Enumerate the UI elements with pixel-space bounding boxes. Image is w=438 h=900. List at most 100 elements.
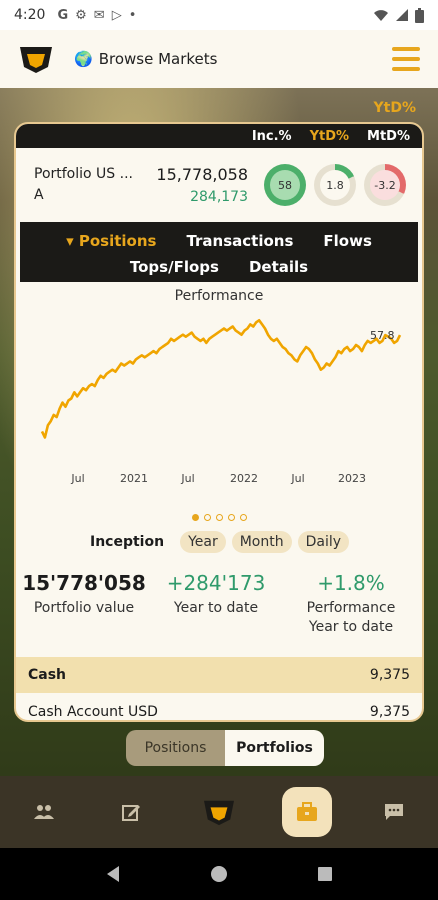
pager-dot[interactable]: [191, 514, 199, 521]
briefcase-icon: [296, 802, 317, 821]
period-month-chip[interactable]: Month: [231, 531, 292, 553]
people-icon: [33, 805, 54, 819]
nav-portfolio[interactable]: [281, 787, 332, 837]
ring-inception-label: 58: [270, 170, 300, 200]
x-tick-label: Jul: [290, 472, 304, 485]
portfolio-values: 15,778,058 284,173: [146, 165, 248, 205]
edit-icon: [122, 805, 141, 821]
end-value-label: 57.8: [370, 329, 395, 342]
portfolio-summary[interactable]: Portfolio US ... A 15,778,058 284,173 58…: [16, 148, 422, 214]
app-logo[interactable]: [18, 43, 54, 75]
system-nav-bar: [0, 848, 438, 900]
nav-edit[interactable]: [106, 787, 156, 837]
stat-perf-value: +1.8%: [317, 571, 385, 595]
bottom-nav: [0, 776, 438, 848]
view-toggle: Positions Portfolios: [126, 730, 324, 766]
gmail-icon: ✉: [93, 7, 105, 23]
tab-transactions[interactable]: Transactions: [186, 232, 293, 250]
google-icon: G: [57, 7, 69, 23]
portfolio-name-line2: A: [34, 187, 44, 203]
battery-icon: [415, 7, 424, 23]
period-year-chip[interactable]: Year: [180, 531, 226, 553]
browse-markets-link[interactable]: 🌍 Browse Markets: [74, 50, 217, 68]
performance-chart[interactable]: Performance Jul 2021 Jul 2022 Jul 2023 57.8: [16, 282, 422, 512]
logo-icon: [203, 800, 234, 826]
range-tab-inc[interactable]: Inc.%: [252, 129, 292, 144]
status-bar: 4:20 G ⚙ ✉ ▷ •: [0, 0, 438, 30]
portfolio-name-line1: Portfolio US ...: [34, 166, 133, 182]
stat-portfolio-value: 15'778'058 Portfolio value: [16, 571, 152, 637]
stat-perf-label: Performance Year to date: [280, 599, 422, 637]
tab-positions[interactable]: ▾ Positions: [66, 232, 156, 250]
cash-account-value: 9,375: [369, 703, 410, 720]
stat-performance: +1.8% Performance Year to date: [280, 571, 422, 637]
status-notification-icons: G ⚙ ✉ ▷ •: [57, 8, 136, 23]
back-icon[interactable]: [105, 865, 121, 883]
pager-dot[interactable]: [227, 514, 235, 521]
range-tab-mtd[interactable]: MtD%: [367, 129, 410, 144]
nav-chat[interactable]: [369, 787, 419, 837]
range-tab-ytd[interactable]: YtD%: [310, 129, 349, 144]
recents-icon[interactable]: [317, 866, 333, 882]
nav-people[interactable]: [19, 787, 69, 837]
stat-value: 15'778'058: [22, 571, 146, 595]
toggle-portfolios[interactable]: Portfolios: [225, 730, 324, 766]
ring-mtd-label: -3.2: [370, 170, 400, 200]
stat-ytd: +284'173 Year to date: [152, 571, 280, 637]
performance-rings: 58 1.8 -3.2: [264, 164, 406, 206]
x-tick-label: 2023: [338, 472, 366, 485]
pager-dot[interactable]: [239, 514, 247, 521]
section-tabs: ▾ Positions Transactions Flows Tops/Flop…: [20, 222, 418, 282]
tab-tops-flops[interactable]: Tops/Flops: [130, 258, 219, 276]
period-selector: Inception Year Month Daily: [16, 531, 422, 553]
portfolio-card: Inc.% YtD% MtD% Portfolio US ... A 15,77…: [14, 122, 424, 722]
chat-icon: [385, 804, 404, 820]
stat-value-label: Portfolio value: [33, 600, 135, 616]
app-bar: 🌍 Browse Markets: [0, 30, 438, 88]
chart-pager[interactable]: [16, 514, 422, 521]
ring-inception: 58: [264, 164, 306, 206]
cash-account-label: Cash Account USD: [28, 703, 158, 720]
x-tick-label: Jul: [70, 472, 84, 485]
play-icon: ▷: [111, 7, 122, 23]
status-system-icons: [373, 7, 424, 23]
cash-account-row[interactable]: Cash Account USD 9,375: [16, 693, 422, 720]
pager-dot[interactable]: [203, 514, 211, 521]
wifi-icon: [374, 10, 388, 21]
stat-perf-label-2: Year to date: [308, 619, 394, 635]
hamburger-menu-icon[interactable]: [392, 47, 420, 71]
portfolio-stats: 15'778'058 Portfolio value +284'173 Year…: [16, 571, 422, 637]
pager-dot[interactable]: [215, 514, 223, 521]
globe-icon: 🌍: [74, 50, 93, 68]
period-inception[interactable]: Inception: [90, 534, 164, 550]
range-indicator: YtD%: [373, 100, 416, 116]
stat-ytd-value: +284'173: [166, 571, 266, 595]
x-tick-label: 2021: [120, 472, 148, 485]
tab-flows[interactable]: Flows: [323, 232, 371, 250]
stat-perf-label-1: Performance: [306, 600, 396, 616]
home-icon[interactable]: [210, 865, 228, 883]
cash-label: Cash: [28, 667, 67, 683]
x-tick-label: Jul: [180, 472, 194, 485]
portfolio-change: 284,173: [190, 189, 248, 205]
cash-header-row[interactable]: Cash 9,375: [16, 657, 422, 693]
nav-home[interactable]: [194, 787, 244, 837]
ring-ytd-label: 1.8: [320, 170, 350, 200]
x-tick-label: 2022: [230, 472, 258, 485]
dot-icon: •: [128, 7, 137, 23]
toggle-positions[interactable]: Positions: [126, 730, 225, 766]
signal-icon: [396, 9, 408, 21]
portfolio-value: 15,778,058: [156, 165, 248, 184]
portfolio-name: Portfolio US ... A: [34, 164, 146, 206]
range-tabs: Inc.% YtD% MtD%: [16, 124, 422, 148]
status-time: 4:20: [14, 7, 46, 23]
ring-ytd: 1.8: [314, 164, 356, 206]
browse-markets-label: Browse Markets: [98, 50, 218, 68]
cash-value: 9,375: [369, 667, 410, 683]
stat-ytd-label: Year to date: [173, 600, 259, 616]
chart-svg: Jul 2021 Jul 2022 Jul 2023 57.8: [40, 319, 402, 485]
period-daily-chip[interactable]: Daily: [297, 531, 350, 553]
tab-positions-label: Positions: [78, 232, 157, 250]
gear-icon: ⚙: [75, 7, 87, 23]
tab-details[interactable]: Details: [249, 258, 308, 276]
